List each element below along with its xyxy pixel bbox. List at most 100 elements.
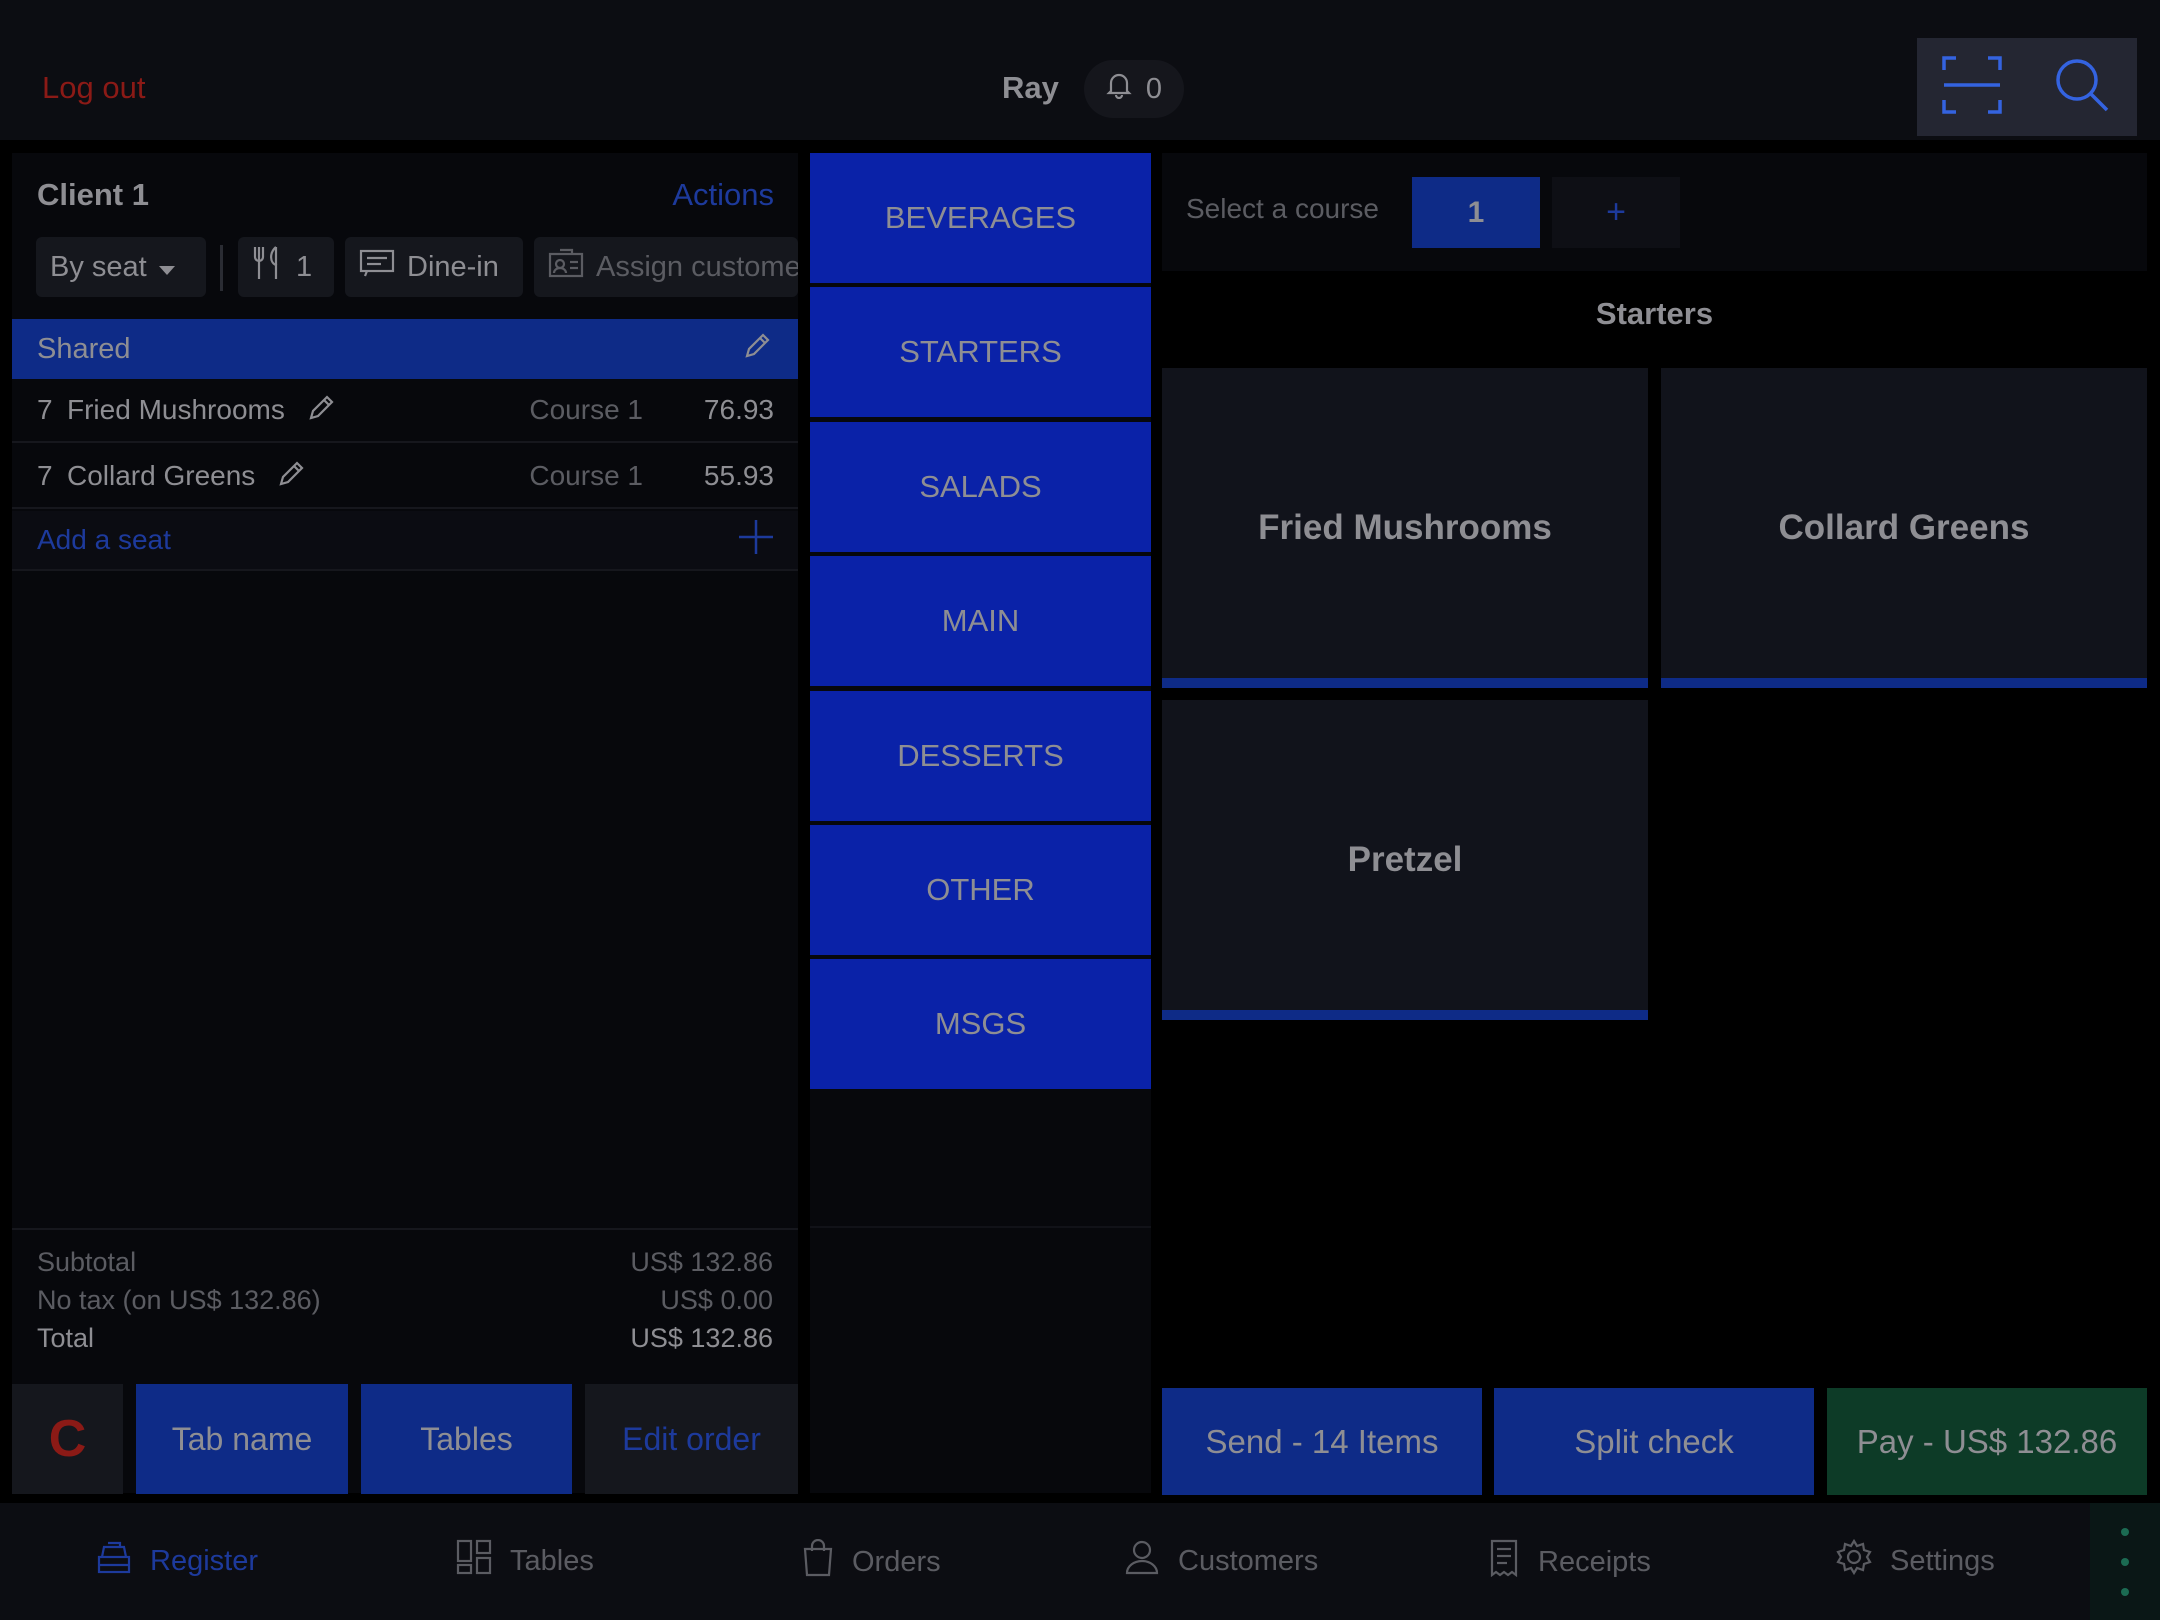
dine-in-icon [359, 249, 395, 285]
split-check-button[interactable]: Split check [1494, 1388, 1814, 1495]
settings-icon [1836, 1538, 1872, 1583]
total-value: US$ 132.86 [630, 1323, 773, 1353]
menu-section-title: Starters [1595, 296, 1714, 331]
item-price: 55.93 [703, 460, 774, 491]
tax-value: US$ 0.00 [660, 1285, 773, 1315]
item-course: Course 1 [529, 394, 643, 425]
customer-card-icon [548, 248, 584, 286]
category-starters[interactable]: STARTERS [810, 287, 1151, 417]
tab-label: Orders [852, 1545, 941, 1578]
tax-row: No tax (on US$ 132.86) US$ 0.00 [37, 1285, 773, 1316]
subtotal-label: Subtotal [37, 1247, 137, 1277]
scan-icon [1942, 55, 2002, 119]
tax-label: No tax (on US$ 132.86) [37, 1285, 321, 1315]
register-icon [96, 1539, 132, 1583]
scan-button[interactable] [1917, 38, 2027, 136]
add-seat-label: Add a seat [37, 524, 171, 555]
tab-label: Customers [1178, 1544, 1319, 1577]
category-beverages[interactable]: BEVERAGES [810, 153, 1151, 283]
client-title: Client 1 [37, 177, 149, 212]
dot-icon [2121, 1587, 2129, 1596]
subtotal-value: US$ 132.86 [630, 1247, 773, 1277]
divider [220, 245, 223, 291]
tab-settings[interactable]: Settings [1836, 1538, 1995, 1583]
cutlery-icon [252, 245, 284, 289]
tab-orders[interactable]: Orders [802, 1538, 941, 1585]
tab-register[interactable]: Register [96, 1539, 258, 1583]
total-row: Total US$ 132.86 [37, 1323, 773, 1354]
top-actions [1917, 38, 2137, 136]
item-qty: 7 [37, 394, 53, 425]
shared-label: Shared [37, 332, 131, 365]
edit-order-button[interactable]: Edit order [585, 1384, 798, 1494]
menu-item-name: Pretzel [1347, 840, 1463, 879]
course-1-button[interactable]: 1 [1412, 177, 1540, 248]
order-item-row[interactable]: 7 Fried Mushrooms Course 1 76.93 [12, 379, 798, 443]
send-button[interactable]: Send - 14 Items [1162, 1388, 1482, 1495]
notification-count: 0 [1145, 72, 1163, 105]
item-name: Fried Mushrooms [67, 394, 285, 425]
subtotal-row: Subtotal US$ 132.86 [37, 1247, 773, 1278]
plus-icon [739, 519, 773, 561]
seat-mode-label: By seat [50, 250, 147, 283]
bottom-tab-bar: Register Tables Orders Customers Receipt… [0, 1503, 2160, 1620]
search-button[interactable] [2027, 38, 2137, 136]
category-msgs[interactable]: MSGS [810, 959, 1151, 1089]
dining-option-button[interactable]: Dine-in [345, 237, 523, 297]
bell-icon [1106, 71, 1132, 107]
dining-option-label: Dine-in [407, 250, 499, 283]
customers-icon [1124, 1539, 1160, 1583]
seat-mode-dropdown[interactable]: By seat [36, 237, 206, 297]
more-options-button[interactable] [2090, 1503, 2160, 1620]
orders-icon [802, 1538, 834, 1585]
actions-button[interactable]: Actions [672, 177, 774, 213]
divider [12, 1228, 798, 1230]
notifications-button[interactable]: 0 [1084, 60, 1184, 118]
assign-customer-button[interactable]: Assign customer [534, 237, 798, 297]
tab-customers[interactable]: Customers [1124, 1539, 1318, 1583]
tab-tables[interactable]: Tables [456, 1539, 594, 1583]
shared-seat-row[interactable]: Shared [12, 319, 798, 379]
category-main[interactable]: MAIN [810, 556, 1151, 686]
category-list: BEVERAGES STARTERS SALADS MAIN DESSERTS … [810, 153, 1151, 1493]
clear-order-button[interactable]: C [12, 1384, 123, 1494]
dot-icon [2121, 1557, 2129, 1566]
course-selector: Select a course 1 + [1162, 153, 2147, 271]
tables-button[interactable]: Tables [361, 1384, 572, 1494]
divider [810, 1226, 1151, 1228]
tab-label: Register [150, 1544, 258, 1577]
total-label: Total [37, 1323, 95, 1353]
course-label: Select a course [1186, 193, 1379, 224]
order-panel: Client 1 Actions By seat 1 Dine-in Assig… [12, 153, 798, 1494]
menu-item-name: Fried Mushrooms [1258, 508, 1552, 547]
menu-item-tile[interactable]: Fried Mushrooms [1162, 368, 1648, 688]
search-icon [2055, 58, 2109, 117]
category-other[interactable]: OTHER [810, 825, 1151, 955]
guests-count: 1 [296, 250, 313, 283]
user-name: Ray [1002, 70, 1059, 105]
pencil-icon[interactable] [277, 458, 307, 495]
category-salads[interactable]: SALADS [810, 422, 1151, 552]
caret-down-icon [158, 251, 175, 284]
logout-button[interactable]: Log out [42, 70, 145, 106]
guests-button[interactable]: 1 [238, 237, 334, 297]
menu-item-tile[interactable]: Collard Greens [1661, 368, 2147, 688]
category-desserts[interactable]: DESSERTS [810, 691, 1151, 821]
item-course: Course 1 [529, 460, 643, 491]
tables-icon [456, 1539, 492, 1583]
dot-icon [2121, 1527, 2129, 1536]
pay-button[interactable]: Pay - US$ 132.86 [1827, 1388, 2147, 1495]
pencil-icon [743, 330, 773, 368]
add-seat-button[interactable]: Add a seat [12, 511, 798, 571]
order-item-row[interactable]: 7 Collard Greens Course 1 55.93 [12, 445, 798, 509]
menu-item-tile[interactable]: Pretzel [1162, 700, 1648, 1020]
tile-accent-bar [1661, 678, 2147, 688]
top-bar: Log out Ray 0 [0, 0, 2160, 140]
tab-name-button[interactable]: Tab name [136, 1384, 348, 1494]
add-course-button[interactable]: + [1552, 177, 1680, 248]
tab-receipts[interactable]: Receipts [1488, 1539, 1651, 1585]
item-price: 76.93 [703, 394, 774, 425]
tile-accent-bar [1162, 1010, 1648, 1020]
pencil-icon[interactable] [307, 392, 337, 429]
assign-customer-label: Assign customer [596, 250, 798, 283]
